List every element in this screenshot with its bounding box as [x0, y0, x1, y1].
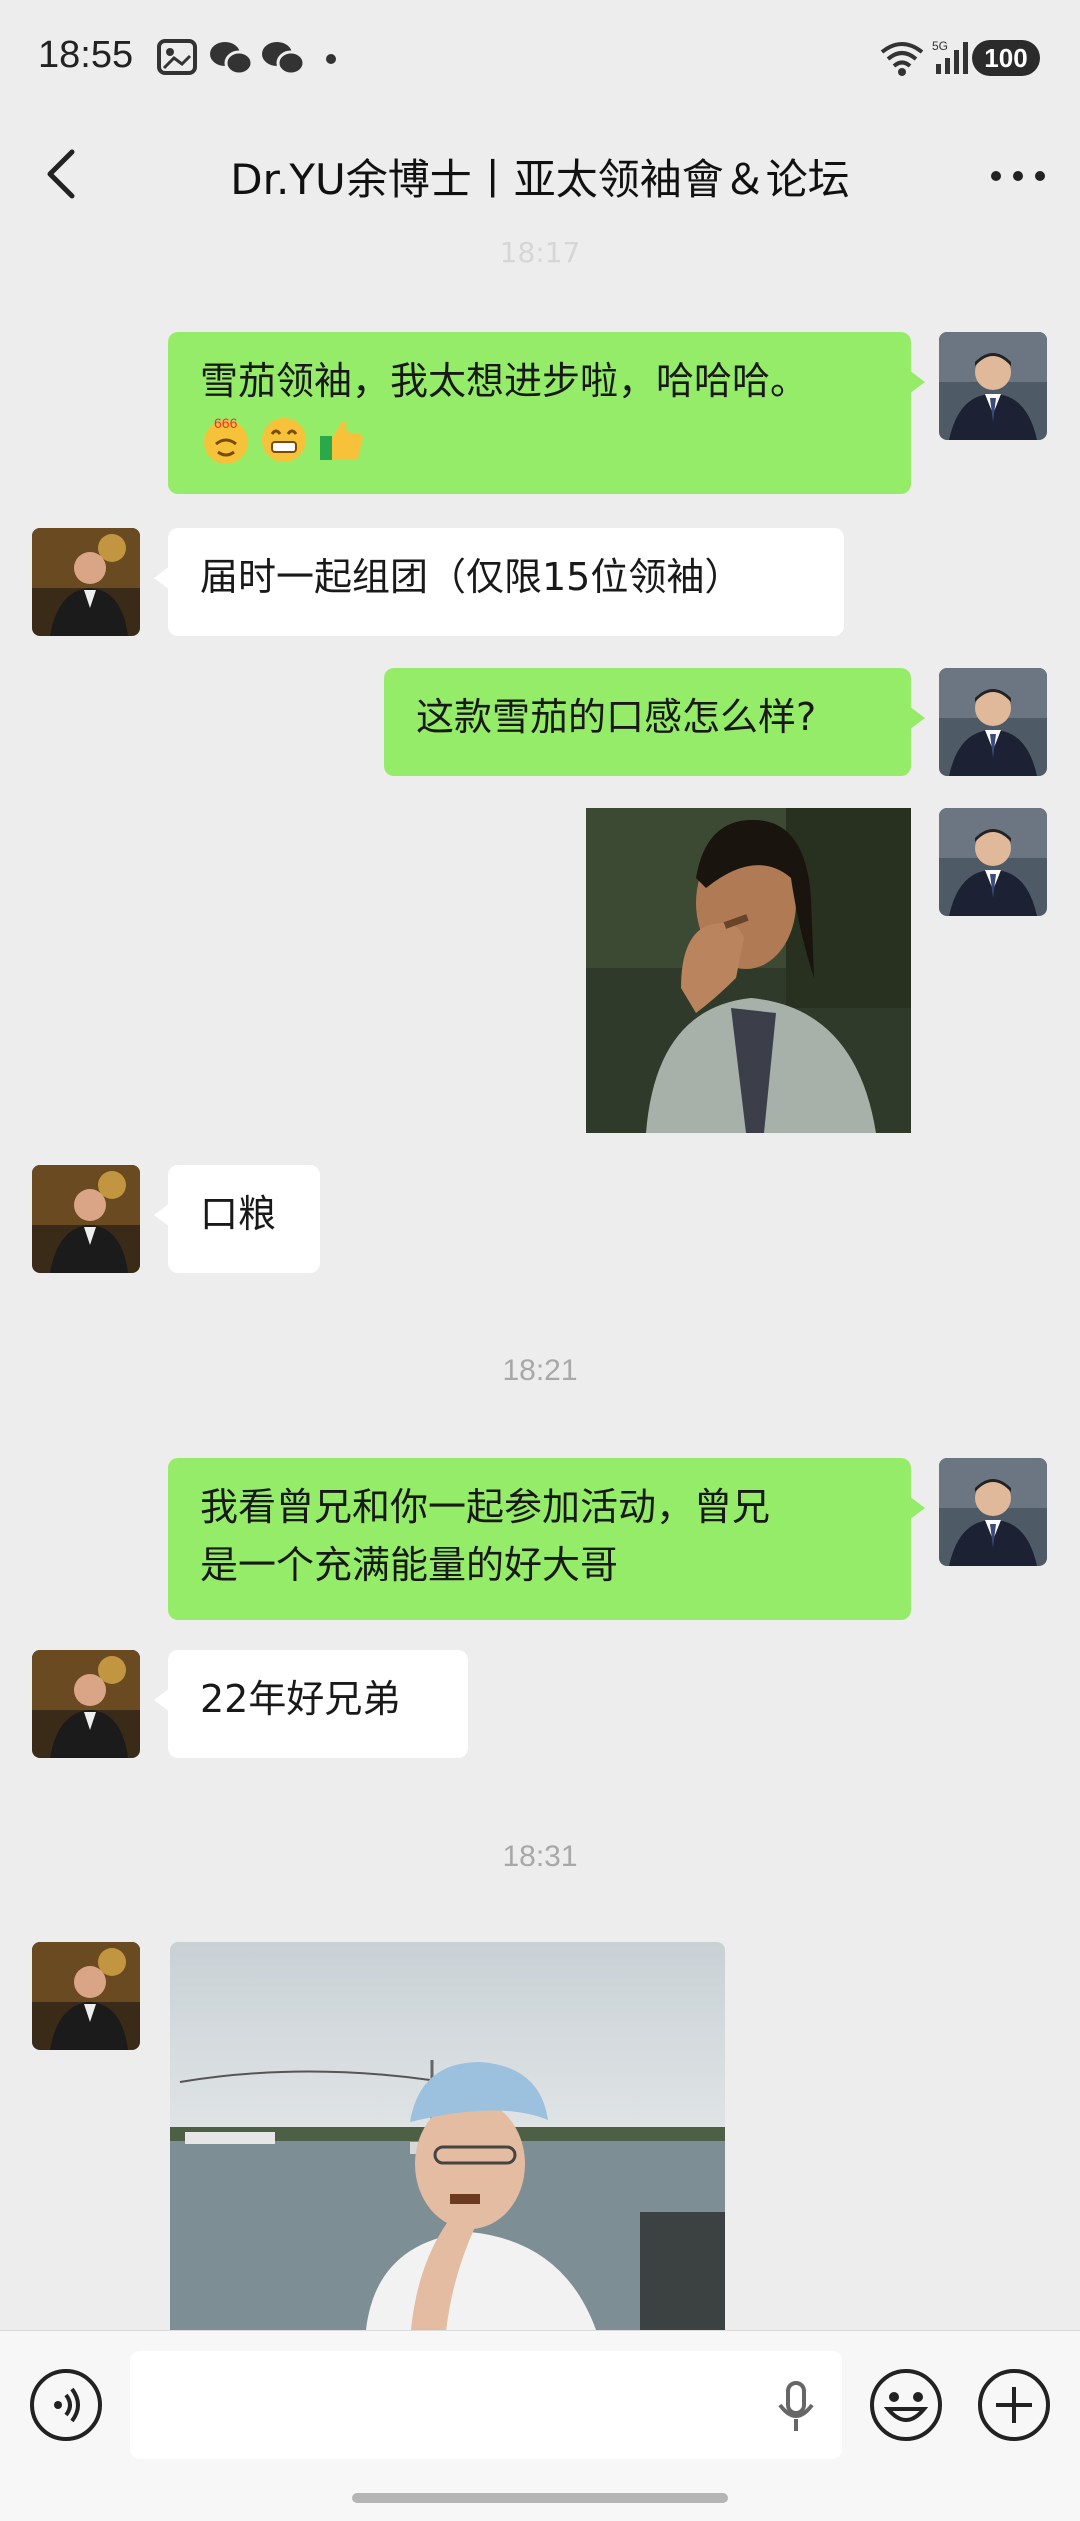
gallery-notification-icon	[157, 39, 197, 75]
message-text-7: 22年好兄弟	[200, 1677, 401, 1721]
back-arrow-icon[interactable]	[36, 144, 86, 204]
message-text-5: 口粮	[200, 1192, 277, 1236]
my-avatar[interactable]	[939, 1458, 1047, 1566]
wifi-icon	[880, 42, 924, 76]
status-time: 18:55	[38, 34, 134, 76]
photo-man-with-cigar-by-water[interactable]	[170, 1942, 725, 2330]
message-bubble-7[interactable]: 22年好兄弟	[154, 1650, 468, 1758]
message-text-3: 这款雪茄的口感怎么样?	[416, 695, 817, 739]
more-options-icon[interactable]	[986, 156, 1050, 196]
chat-header: Dr.YU余博士丨亚太领袖會＆论坛	[0, 120, 1080, 230]
666-emoji-icon: 666	[204, 415, 248, 464]
message-bubble-1[interactable]: 雪茄领袖，我太想进步啦，哈哈哈。 666	[168, 332, 925, 494]
chat-title: Dr.YU余博士丨亚太领袖會＆论坛	[230, 155, 850, 204]
message-bubble-6[interactable]: 我看曾兄和你一起参加活动，曾兄 是一个充满能量的好大哥	[168, 1458, 925, 1620]
message-input-bar	[0, 2330, 1080, 2521]
timestamp: 18:21	[502, 1354, 578, 1387]
timestamp: 18:31	[502, 1840, 578, 1873]
contact-avatar[interactable]	[32, 1650, 140, 1758]
wechat-notification-icon-2	[262, 42, 306, 76]
add-plus-icon[interactable]	[976, 2367, 1052, 2443]
message-text-6-line-2: 是一个充满能量的好大哥	[200, 1543, 619, 1587]
my-avatar[interactable]	[939, 668, 1047, 776]
microphone-icon[interactable]	[776, 2379, 816, 2435]
svg-text:666: 666	[214, 415, 238, 431]
contact-avatar[interactable]	[32, 528, 140, 636]
voice-mode-icon[interactable]	[28, 2367, 104, 2443]
battery-indicator: 100	[972, 40, 1040, 76]
partial-timestamp: 18:17	[499, 236, 581, 269]
sticker-image-man-smoking[interactable]	[586, 808, 911, 1133]
grin-emoji-icon	[262, 418, 306, 462]
emoji-row: 666	[200, 414, 879, 466]
home-indicator[interactable]	[352, 2493, 728, 2503]
contact-avatar[interactable]	[32, 1942, 140, 2050]
my-avatar[interactable]	[939, 332, 1047, 440]
network-label: 5G	[932, 39, 948, 53]
thumbs-up-emoji-icon	[320, 421, 363, 460]
status-bar: 18:55 5G 100	[0, 0, 1080, 120]
contact-avatar[interactable]	[32, 1165, 140, 1273]
chat-message-list[interactable]: 18:17 雪茄领袖，我太想进步啦，哈哈哈。 666 届时一起组团（仅限15位领…	[0, 230, 1080, 2330]
my-avatar[interactable]	[939, 808, 1047, 916]
more-notifications-dot-icon	[326, 54, 336, 64]
message-text-6-line-1: 我看曾兄和你一起参加活动，曾兄	[200, 1485, 771, 1529]
message-input[interactable]	[130, 2351, 842, 2459]
wechat-notification-icon	[210, 42, 254, 76]
message-bubble-2[interactable]: 届时一起组团（仅限15位领袖）	[154, 528, 844, 636]
message-text-1: 雪茄领袖，我太想进步啦，哈哈哈。	[200, 359, 809, 403]
message-bubble-3[interactable]: 这款雪茄的口感怎么样?	[384, 668, 925, 776]
emoji-icon[interactable]	[868, 2367, 944, 2443]
message-bubble-5[interactable]: 口粮	[154, 1165, 320, 1273]
message-text-2: 届时一起组团（仅限15位领袖）	[200, 555, 743, 599]
